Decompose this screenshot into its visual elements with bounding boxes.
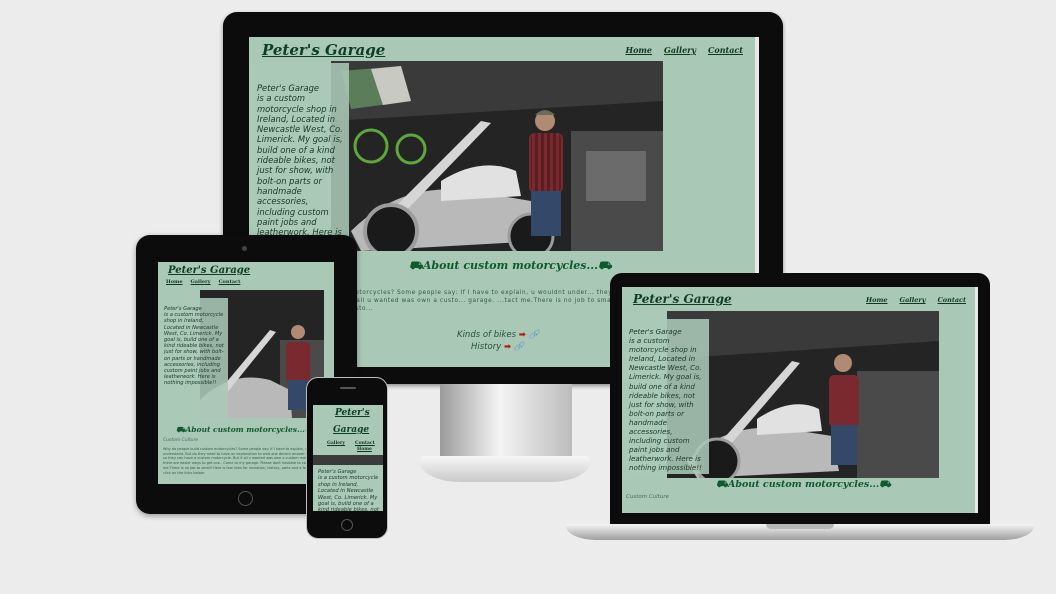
motorcycle-photo <box>331 61 663 251</box>
motorcycle-icon-left: ⛟ <box>409 259 423 272</box>
about-aside: Peter's Garage is a custom motorcycle sh… <box>315 467 381 511</box>
tablet-home-button[interactable] <box>238 491 253 506</box>
link-icon: 🔗 <box>513 342 525 352</box>
phone: Peter's Garage Gallery Contact Home Pete… <box>306 377 388 539</box>
phone-speaker-icon <box>340 387 356 389</box>
laptop-base <box>566 524 1034 540</box>
nav-home[interactable]: Home <box>626 45 652 55</box>
about-text: Why do people build custom motorcycles? … <box>163 447 328 475</box>
nav-menu: Home Gallery Contact <box>166 279 240 285</box>
link-history[interactable]: History ➡ 🔗 <box>457 341 539 353</box>
site-title-line2[interactable]: Garage <box>333 425 369 435</box>
about-aside: Peter's Garage is a custom motorcycle sh… <box>160 298 228 422</box>
nav-gallery[interactable]: Gallery <box>327 441 345 446</box>
nav-contact[interactable]: Contact <box>219 279 241 285</box>
about-heading: ⛟About custom motorcycles...⛟ <box>409 259 612 272</box>
culture-label: Custom Culture <box>626 494 669 500</box>
nav-home[interactable]: Home <box>357 447 372 452</box>
nav-menu: Home Gallery Contact <box>626 45 743 55</box>
nav-menu-row2: Home <box>357 447 372 452</box>
nav-gallery[interactable]: Gallery <box>191 279 211 285</box>
nav-menu: Gallery Contact <box>327 441 375 446</box>
nav-contact[interactable]: Contact <box>708 45 743 55</box>
about-aside: Peter's Garage is a custom motorcycle sh… <box>251 63 349 253</box>
nav-gallery[interactable]: Gallery <box>664 45 696 55</box>
site-title-line1[interactable]: Peter's <box>335 408 370 418</box>
laptop: Peter's Garage Home Gallery Contact Pete… <box>610 273 990 525</box>
motorcycle-icon-left: ⛟ <box>716 479 728 490</box>
links-list: Kinds of bikes ➡ 🔗 History ➡ 🔗 <box>457 329 539 353</box>
motorcycle-icon-right: ⛟ <box>879 479 892 490</box>
hero-photo <box>331 61 663 251</box>
site-title[interactable]: Peter's Garage <box>633 292 732 306</box>
nav-contact[interactable]: Contact <box>938 296 966 304</box>
nav-home[interactable]: Home <box>866 296 888 304</box>
laptop-screen: Peter's Garage Home Gallery Contact Pete… <box>622 287 978 513</box>
link-kinds-of-bikes[interactable]: Kinds of bikes ➡ 🔗 <box>457 329 539 341</box>
nav-gallery[interactable]: Gallery <box>900 296 926 304</box>
aside-text: is a custom motorcycle shop in Ireland, … <box>318 475 379 511</box>
phone-screen: Peter's Garage Gallery Contact Home Pete… <box>313 405 383 511</box>
site-title[interactable]: Peter's Garage <box>168 265 250 276</box>
about-heading: ⛟About custom motorcycles...⛟ <box>176 425 314 435</box>
nav-home[interactable]: Home <box>166 279 183 285</box>
nav-menu: Home Gallery Contact <box>866 296 966 304</box>
link-icon: 🔗 <box>528 330 540 340</box>
aside-text: is a custom motorcycle shop in Ireland, … <box>164 312 224 387</box>
aside-title: Peter's Garage <box>257 83 320 93</box>
hero-photo-strip <box>313 455 383 465</box>
site-title[interactable]: Peter's Garage <box>262 41 385 59</box>
nav-contact[interactable]: Contact <box>355 441 375 446</box>
motorcycle-icon-right: ⛟ <box>597 259 612 272</box>
scrollbar[interactable] <box>975 287 978 513</box>
aside-text: is a custom motorcycle shop in Ireland, … <box>257 93 343 247</box>
monitor-neck <box>440 384 572 458</box>
aside-title: Peter's Garage <box>629 327 682 336</box>
monitor-base <box>420 456 590 482</box>
culture-label: Custom Culture <box>163 438 199 443</box>
aside-text: is a custom motorcycle shop in Ireland, … <box>629 336 702 473</box>
tablet-camera-icon <box>242 246 247 251</box>
laptop-notch <box>766 524 834 529</box>
about-heading: ⛟About custom motorcycles...⛟ <box>716 479 892 490</box>
phone-home-button[interactable] <box>341 519 353 531</box>
about-aside: Peter's Garage is a custom motorcycle sh… <box>625 319 709 474</box>
